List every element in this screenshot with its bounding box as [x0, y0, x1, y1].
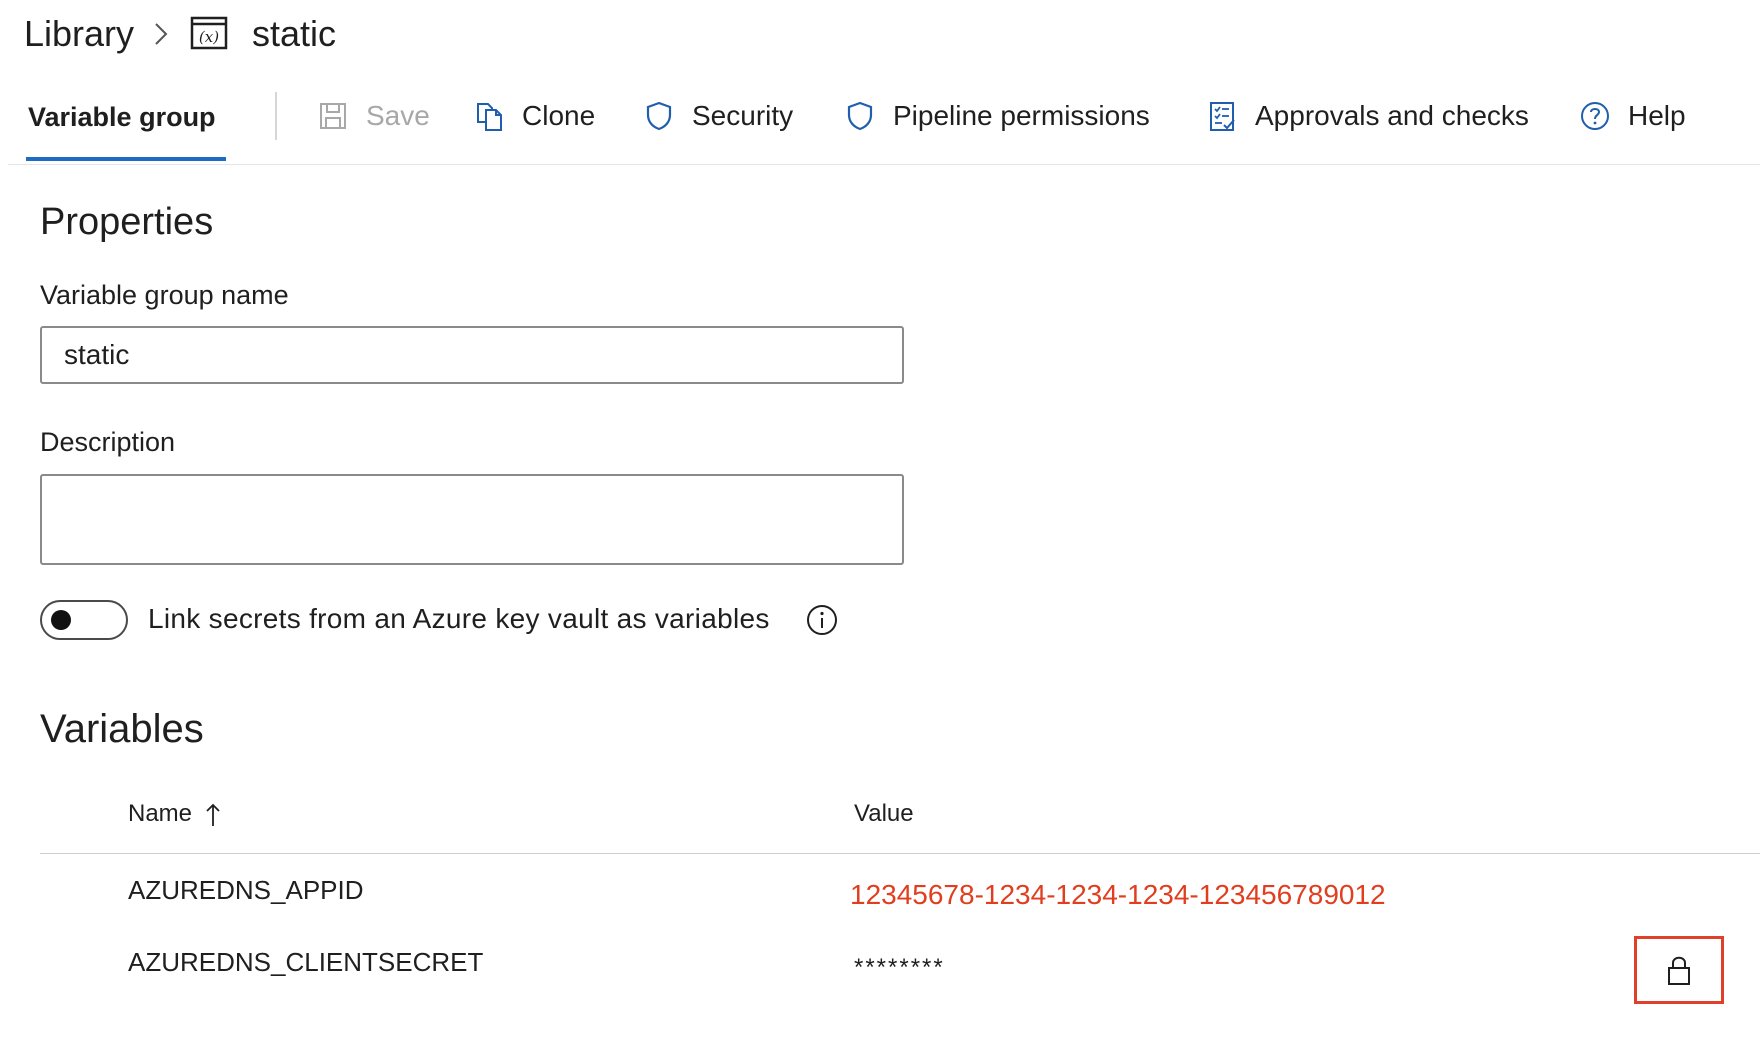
toolbar-divider-line [8, 164, 1760, 165]
lock-icon [1668, 956, 1690, 985]
save-label: Save [366, 100, 430, 131]
tab-variable-group[interactable]: Variable group [28, 97, 216, 137]
toolbar-divider [275, 92, 277, 140]
active-tab-indicator [26, 157, 226, 161]
save-button[interactable]: Save [318, 96, 430, 136]
clone-label: Clone [522, 100, 596, 131]
help-icon [1581, 102, 1609, 130]
shield-icon [847, 101, 873, 131]
info-icon[interactable] [806, 604, 838, 636]
svg-text:(x): (x) [199, 28, 219, 46]
approvals-label: Approvals and checks [1255, 100, 1529, 131]
variable-group-name-label: Variable group name [40, 280, 289, 310]
save-icon [320, 103, 346, 129]
chevron-right-icon [155, 23, 168, 45]
toggle-knob [51, 610, 71, 630]
clone-button[interactable]: Clone [474, 96, 595, 136]
column-header-name[interactable]: Name [128, 798, 222, 830]
variable-value-cell[interactable]: 12345678-1234-1234-1234-123456789012 [850, 876, 1386, 914]
breadcrumb-current: static [252, 13, 337, 54]
properties-heading: Properties [40, 201, 214, 243]
variable-name-cell[interactable]: AZUREDNS_CLIENTSECRET [128, 944, 483, 980]
variable-name-cell[interactable]: AZUREDNS_APPID [128, 872, 364, 908]
breadcrumb-library[interactable]: Library [24, 12, 134, 56]
checklist-icon [1210, 102, 1235, 131]
keyvault-toggle-label: Link secrets from an Azure key vault as … [148, 603, 770, 634]
variable-group-icon: (x) [190, 16, 228, 50]
shield-icon [646, 101, 672, 131]
pipeline-permissions-button[interactable]: Pipeline permissions [845, 96, 1150, 136]
help-button[interactable]: Help [1580, 96, 1686, 136]
variable-group-name-input[interactable] [40, 326, 904, 384]
security-label: Security [692, 100, 794, 131]
help-label: Help [1628, 100, 1686, 131]
table-header-divider [40, 853, 1760, 854]
security-button[interactable]: Security [644, 96, 793, 136]
description-input[interactable] [40, 474, 904, 565]
approvals-and-checks-button[interactable]: Approvals and checks [1207, 96, 1529, 136]
variables-heading: Variables [40, 707, 204, 751]
pipeline-permissions-label: Pipeline permissions [893, 100, 1150, 131]
secret-lock-button[interactable] [1634, 936, 1724, 1004]
column-header-name-label: Name [128, 800, 193, 827]
variable-value-cell[interactable]: ******** [854, 954, 945, 982]
clone-icon [477, 103, 502, 131]
column-header-value: Value [854, 800, 914, 827]
description-label: Description [40, 427, 176, 457]
keyvault-toggle[interactable] [40, 600, 128, 640]
sort-ascending-icon [206, 803, 220, 826]
